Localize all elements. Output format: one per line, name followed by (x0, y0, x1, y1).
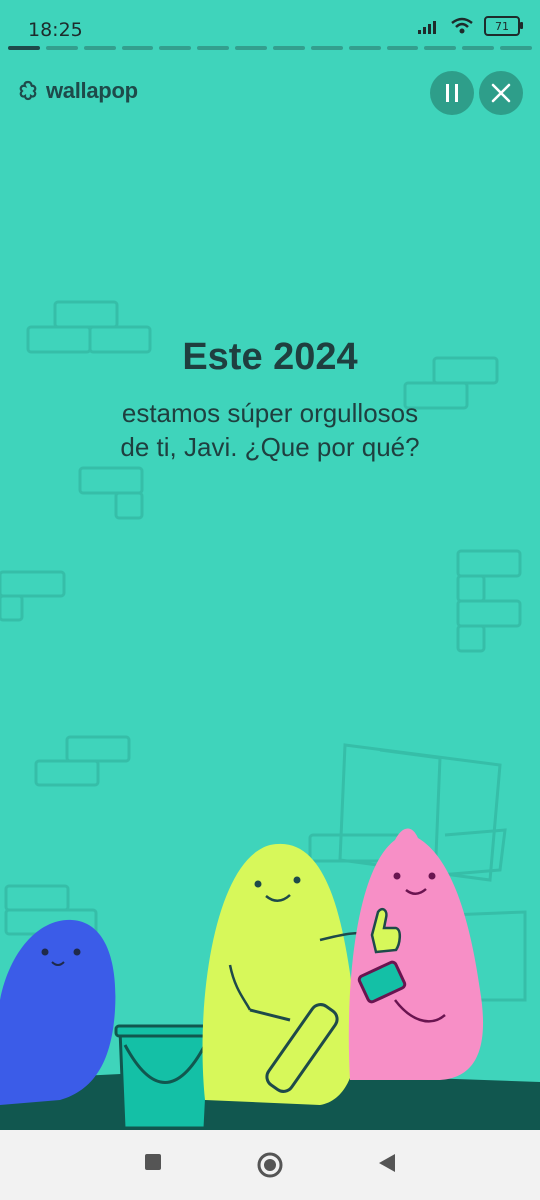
back-button[interactable] (376, 1152, 398, 1178)
story-progress-segment (197, 46, 230, 50)
story-subtitle: estamos súper orgullosos de ti, Javi. ¿Q… (0, 396, 540, 464)
close-icon (491, 83, 511, 103)
story-header: wallapop (0, 68, 540, 116)
story-progress-segment (159, 46, 192, 50)
wallapop-logo: wallapop (16, 78, 138, 104)
story-progress-segment (235, 46, 268, 50)
battery-icon: 71 (484, 16, 523, 36)
pink-character (348, 828, 484, 1080)
story-progress-segment (424, 46, 457, 50)
story-progress-segment (8, 46, 40, 50)
recents-button[interactable] (143, 1152, 163, 1176)
blue-character (0, 919, 116, 1105)
logo-text: wallapop (46, 78, 138, 103)
triangle-back-icon (379, 1154, 395, 1172)
subtitle-line-1: estamos súper orgullosos (121, 398, 419, 428)
wallapop-logo-icon (19, 80, 37, 101)
page-title: Este 2024 (182, 336, 358, 378)
system-nav-bar (0, 1130, 540, 1200)
ground (0, 1070, 540, 1130)
subtitle-line-2: de ti, Javi. ¿Que por qué? (120, 432, 420, 462)
signal-icon (418, 21, 436, 34)
story-progress-segment (462, 46, 495, 50)
story-progress-segment (83, 46, 116, 50)
story-progress (8, 46, 533, 50)
status-bar: 18:25 71 (0, 0, 540, 60)
story-progress-segment (500, 46, 533, 50)
pause-icon (446, 84, 458, 102)
square-icon (145, 1154, 161, 1170)
status-time: 18:25 (28, 19, 83, 41)
story-progress-segment (273, 46, 305, 50)
lime-character (202, 843, 376, 1105)
thumbs-up (370, 907, 401, 954)
background-bricks (0, 300, 527, 1002)
characters-illustration (0, 828, 540, 1130)
home-button[interactable] (256, 1151, 284, 1183)
story-progress-segment (45, 46, 78, 50)
status-icons: 71 (418, 16, 523, 36)
story-progress-segment (386, 46, 419, 50)
wifi-icon (451, 17, 473, 34)
pause-button[interactable] (430, 71, 474, 115)
circle-icon (257, 1152, 283, 1178)
story-progress-segment (348, 46, 381, 50)
bucket (114, 1024, 216, 1130)
close-button[interactable] (479, 71, 523, 115)
story-progress-segment (121, 46, 154, 50)
story-progress-segment (310, 46, 343, 50)
